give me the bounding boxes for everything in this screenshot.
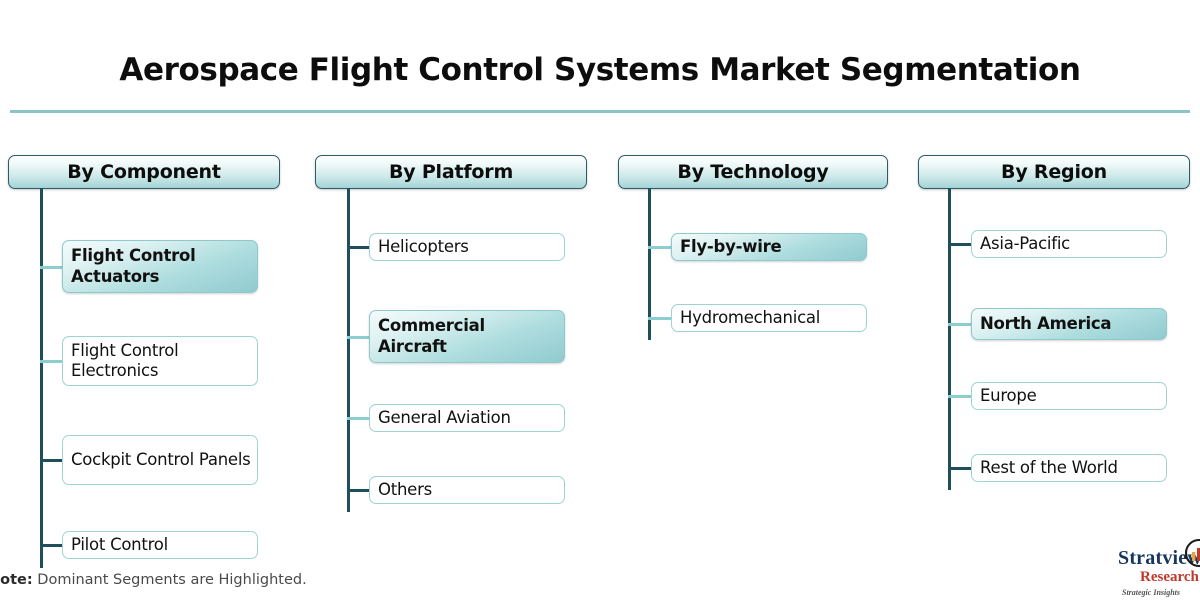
title-divider [10, 110, 1190, 113]
segment-item-highlighted[interactable]: North America [971, 308, 1167, 340]
segment-item[interactable]: Rest of the World [971, 454, 1167, 482]
segment-item-label: Cockpit Control Panels [71, 449, 251, 469]
segment-column-by-region: By Region Asia-Pacific North America Europe… [918, 155, 1190, 490]
connector-line [40, 360, 62, 363]
segment-item-label: Helicopters [378, 236, 469, 256]
column-header-label: By Region [1001, 161, 1107, 183]
segment-column-by-technology: By Technology Fly-by-wire Hydromechanical [618, 155, 888, 340]
segment-item[interactable]: Others [369, 476, 565, 504]
connector-line [948, 323, 971, 326]
connector-line [948, 467, 971, 470]
column-header-label: By Platform [388, 161, 514, 183]
segment-item-label: General Aviation [378, 407, 511, 427]
segment-item[interactable]: Helicopters [369, 233, 565, 261]
segment-item-label: Flight Control Actuators [71, 246, 196, 286]
segment-item-highlighted[interactable]: Flight Control Actuators [62, 240, 258, 293]
segment-item-label: North America [980, 313, 1112, 333]
stratview-logo: Stratview Research Strategic Insights [1118, 538, 1200, 600]
column-trunk-line [948, 188, 951, 490]
column-header-label: By Technology [677, 161, 829, 183]
column-trunk-line [40, 188, 43, 568]
logo-mark-icon [1180, 538, 1200, 577]
segment-item-label: Hydromechanical [680, 307, 821, 327]
segment-item-label: Fly-by-wire [680, 236, 782, 256]
segment-item[interactable]: Flight Control Electronics [62, 336, 258, 386]
segment-item-label: Pilot Control [71, 534, 168, 554]
segment-item[interactable]: Europe [971, 382, 1167, 410]
segment-item-label: Europe [980, 385, 1037, 405]
segment-item[interactable]: Cockpit Control Panels [62, 435, 258, 485]
segment-item-label: Others [378, 479, 432, 499]
connector-line [948, 395, 971, 398]
segment-item[interactable]: General Aviation [369, 404, 565, 432]
segment-item[interactable]: Hydromechanical [671, 304, 867, 332]
column-header-by-component[interactable]: By Component [8, 155, 280, 189]
connector-line [347, 417, 369, 420]
segment-item-label: Commercial Aircraft [378, 316, 485, 356]
connector-line [648, 246, 671, 249]
footer-note: Note: Dominant Segments are Highlighted. [0, 572, 307, 588]
connector-line [347, 335, 369, 339]
page-title: Aerospace Flight Control Systems Market … [119, 52, 1081, 88]
column-header-by-platform[interactable]: By Platform [315, 155, 587, 189]
connector-line [40, 544, 62, 547]
connector-line [347, 489, 369, 492]
segment-item[interactable]: Pilot Control [62, 531, 258, 559]
column-header-label: By Component [67, 161, 221, 183]
segment-item-highlighted[interactable]: Commercial Aircraft [369, 310, 565, 363]
segment-column-by-platform: By Platform Helicopters Commercial Aircraf… [315, 155, 587, 512]
segment-item-label: Asia-Pacific [980, 233, 1070, 253]
segment-column-by-component: By Component Flight Control Actuators Flig… [8, 155, 280, 568]
connector-line [347, 246, 369, 249]
column-header-by-technology[interactable]: By Technology [618, 155, 888, 189]
logo-tagline: Strategic Insights [1122, 588, 1181, 597]
column-trunk-line [347, 188, 350, 512]
segment-item[interactable]: Asia-Pacific [971, 230, 1167, 258]
segment-item-label: Rest of the World [980, 457, 1118, 477]
segment-item-label: Flight Control Electronics [71, 340, 179, 380]
segment-item-highlighted[interactable]: Fly-by-wire [671, 233, 867, 261]
connector-line [648, 317, 671, 320]
connector-line [40, 459, 62, 462]
connector-line [40, 265, 62, 269]
footer-note-prefix: Note: [0, 572, 33, 588]
footer-note-text: Dominant Segments are Highlighted. [32, 572, 307, 588]
column-header-by-region[interactable]: By Region [918, 155, 1190, 189]
connector-line [948, 243, 971, 246]
